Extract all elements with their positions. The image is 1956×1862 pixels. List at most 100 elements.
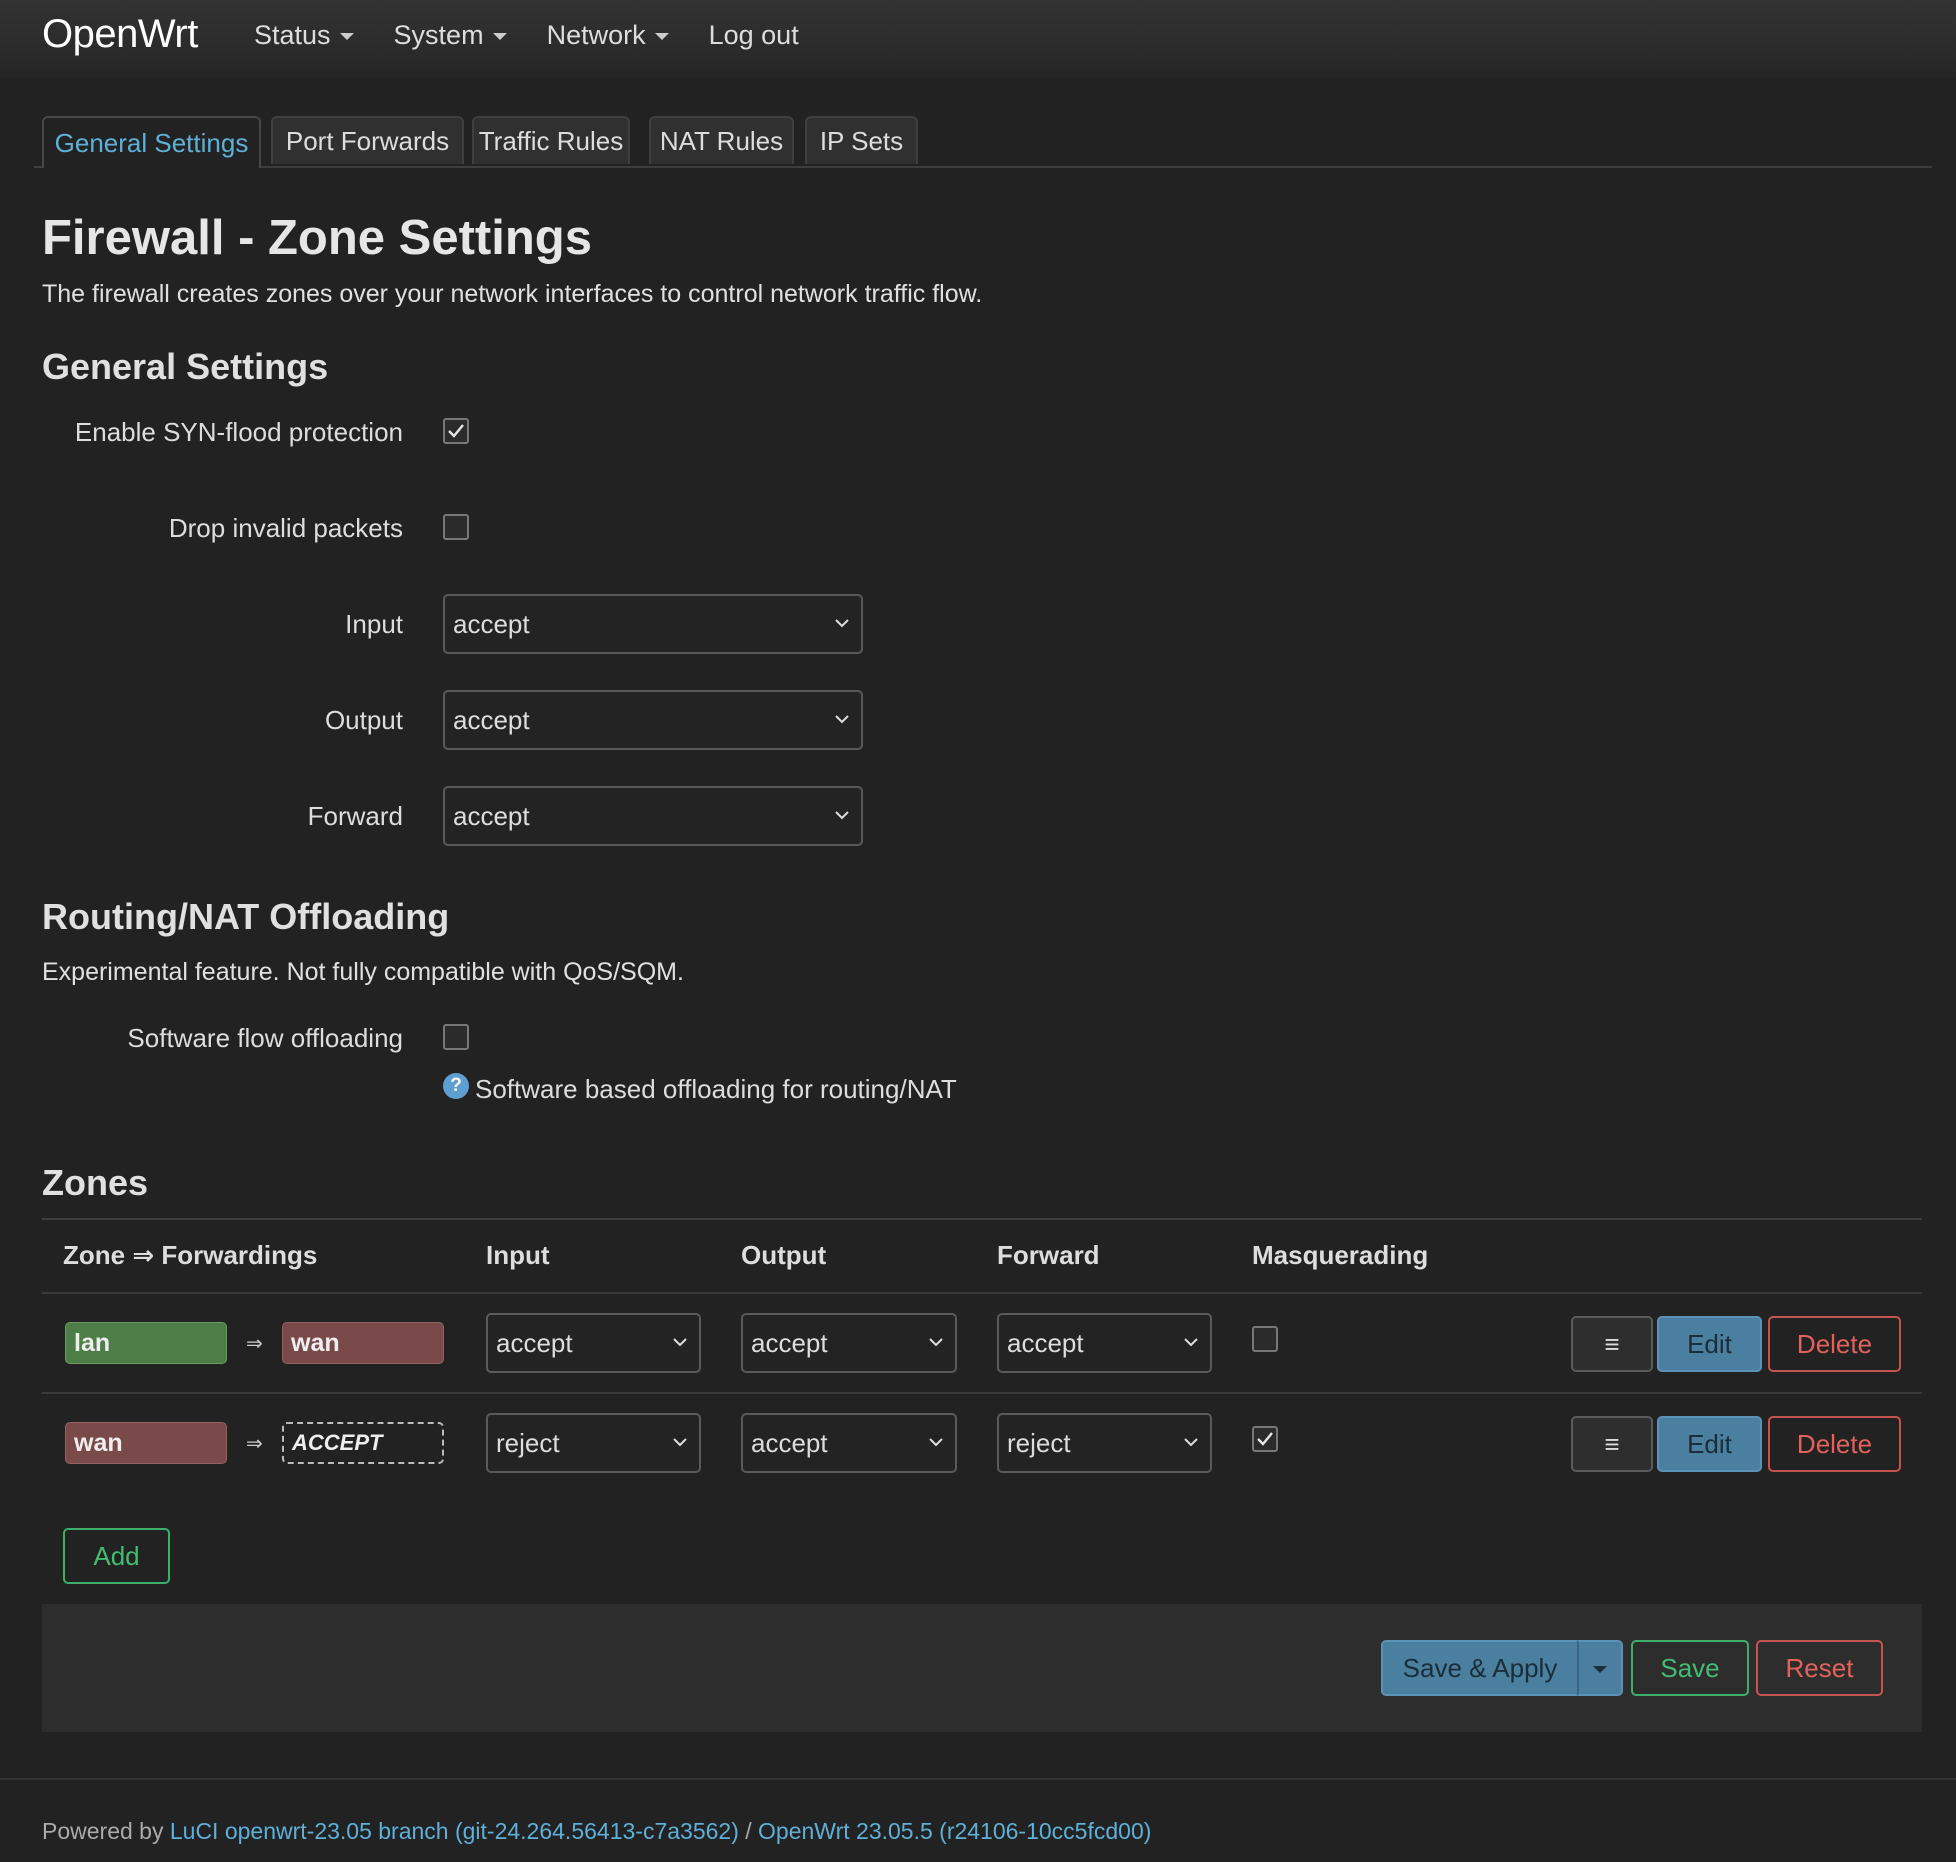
tab-traffic-rules[interactable]: Traffic Rules: [472, 116, 630, 164]
save-apply-dropdown[interactable]: [1577, 1640, 1623, 1696]
syn-flood-label: Enable SYN-flood protection: [74, 417, 403, 447]
input-policy-select[interactable]: accept: [443, 594, 863, 654]
row-masquerading-checkbox[interactable]: [1252, 1426, 1278, 1452]
header-divider: [42, 1292, 1922, 1294]
delete-button[interactable]: Delete: [1768, 1316, 1901, 1372]
nav-status[interactable]: Status: [254, 20, 354, 51]
general-settings-heading: General Settings: [42, 346, 329, 387]
output-policy-label: Output: [324, 705, 403, 735]
nav-system-label: System: [393, 20, 484, 50]
drag-handle-button[interactable]: ≡: [1571, 1316, 1653, 1372]
row-forward-select[interactable]: accept: [997, 1313, 1212, 1373]
chevron-down-icon: [1184, 1438, 1198, 1447]
forward-policy-label: Forward: [307, 801, 403, 831]
tab-general-settings[interactable]: General Settings: [42, 116, 261, 168]
offloading-heading: Routing/NAT Offloading: [42, 896, 450, 937]
chevron-down-icon: [835, 619, 849, 628]
row-output-select[interactable]: accept: [741, 1413, 957, 1473]
nav-network-label: Network: [546, 20, 646, 50]
nav-logout-label: Log out: [708, 20, 799, 50]
col-masquerading: Masquerading: [1252, 1240, 1429, 1270]
zone-badge-wan-dest[interactable]: wan: [282, 1322, 444, 1364]
page-title: Firewall - Zone Settings: [42, 211, 592, 265]
row-output-value: accept: [751, 1427, 828, 1458]
software-offloading-hint: ? Software based offloading for routing/…: [443, 1072, 957, 1105]
chevron-down-icon: [929, 1438, 943, 1447]
input-policy-value: accept: [453, 608, 530, 639]
syn-flood-checkbox[interactable]: [443, 418, 469, 444]
row-input-value: accept: [496, 1327, 573, 1358]
help-icon: ?: [443, 1072, 469, 1099]
footer: Powered by LuCI openwrt-23.05 branch (gi…: [42, 1818, 1151, 1845]
col-zone-forwardings: Zone ⇒ Forwardings: [63, 1240, 318, 1270]
save-button[interactable]: Save: [1631, 1640, 1749, 1696]
brand-logo[interactable]: OpenWrt: [42, 12, 198, 57]
drop-invalid-label: Drop invalid packets: [168, 513, 403, 543]
offloading-description: Experimental feature. Not fully compatib…: [42, 958, 684, 986]
row-divider: [42, 1392, 1922, 1394]
forward-policy-value: accept: [453, 800, 530, 831]
firewall-tabs: General Settings Port Forwards Traffic R…: [34, 116, 1932, 168]
row-output-select[interactable]: accept: [741, 1313, 957, 1373]
tab-ip-sets[interactable]: IP Sets: [805, 116, 918, 164]
row-input-value: reject: [496, 1427, 560, 1458]
drop-invalid-checkbox[interactable]: [443, 514, 469, 540]
main-menu: Status System Network Log out: [254, 20, 839, 51]
chevron-down-icon: [1184, 1338, 1198, 1347]
software-offloading-checkbox[interactable]: [443, 1024, 469, 1050]
chevron-down-icon: [835, 811, 849, 820]
add-zone-button[interactable]: Add: [63, 1528, 170, 1584]
row-output-value: accept: [751, 1327, 828, 1358]
reset-button[interactable]: Reset: [1756, 1640, 1883, 1696]
tab-port-forwards[interactable]: Port Forwards: [271, 116, 464, 164]
tab-nat-rules[interactable]: NAT Rules: [649, 116, 794, 164]
checkmark-icon: [1257, 1432, 1273, 1446]
chevron-down-icon: [929, 1338, 943, 1347]
input-policy-label: Input: [345, 609, 403, 639]
save-apply-button[interactable]: Save & Apply: [1381, 1640, 1579, 1696]
col-forward: Forward: [997, 1240, 1100, 1270]
footer-divider: [0, 1778, 1956, 1780]
zones-heading: Zones: [42, 1162, 149, 1203]
footer-prefix: Powered by: [42, 1818, 164, 1844]
openwrt-version-link[interactable]: OpenWrt 23.05.5 (r24106-10cc5fcd00): [758, 1818, 1151, 1844]
forward-policy-select[interactable]: accept: [443, 786, 863, 846]
caret-down-icon: [339, 33, 354, 40]
row-forward-value: accept: [1007, 1327, 1084, 1358]
chevron-down-icon: [673, 1338, 687, 1347]
zone-badge-accept[interactable]: ACCEPT: [282, 1422, 444, 1464]
zone-badge-wan[interactable]: wan: [65, 1422, 227, 1464]
nav-status-label: Status: [254, 20, 331, 50]
chevron-down-icon: [835, 715, 849, 724]
nav-logout[interactable]: Log out: [709, 20, 799, 51]
checkmark-icon: [448, 424, 464, 438]
row-forward-select[interactable]: reject: [997, 1413, 1212, 1473]
page-description: The firewall creates zones over your net…: [42, 280, 983, 308]
row-masquerading-checkbox[interactable]: [1252, 1326, 1278, 1352]
footer-separator: /: [745, 1818, 752, 1844]
forward-arrow-icon: ⇒: [246, 1333, 263, 1355]
output-policy-value: accept: [453, 704, 530, 735]
row-input-select[interactable]: reject: [486, 1413, 701, 1473]
col-output: Output: [741, 1240, 827, 1270]
caret-down-icon: [1593, 1665, 1607, 1673]
forward-arrow-icon: ⇒: [246, 1433, 263, 1455]
edit-button[interactable]: Edit: [1657, 1316, 1762, 1372]
edit-button[interactable]: Edit: [1657, 1416, 1762, 1472]
chevron-down-icon: [673, 1438, 687, 1447]
caret-down-icon: [492, 33, 507, 40]
drag-handle-button[interactable]: ≡: [1571, 1416, 1653, 1472]
row-forward-value: reject: [1007, 1427, 1071, 1458]
table-top-border: [42, 1218, 1922, 1220]
row-input-select[interactable]: accept: [486, 1313, 701, 1373]
nav-system[interactable]: System: [394, 20, 507, 51]
output-policy-select[interactable]: accept: [443, 690, 863, 750]
caret-down-icon: [654, 33, 669, 40]
nav-network[interactable]: Network: [547, 20, 669, 51]
delete-button[interactable]: Delete: [1768, 1416, 1901, 1472]
top-navbar: OpenWrt Status System Network Log out: [0, 0, 1956, 78]
zone-badge-lan[interactable]: lan: [65, 1322, 227, 1364]
software-offloading-label: Software flow offloading: [127, 1023, 403, 1053]
col-input: Input: [486, 1240, 550, 1270]
luci-version-link[interactable]: LuCI openwrt-23.05 branch (git-24.264.56…: [170, 1818, 739, 1844]
